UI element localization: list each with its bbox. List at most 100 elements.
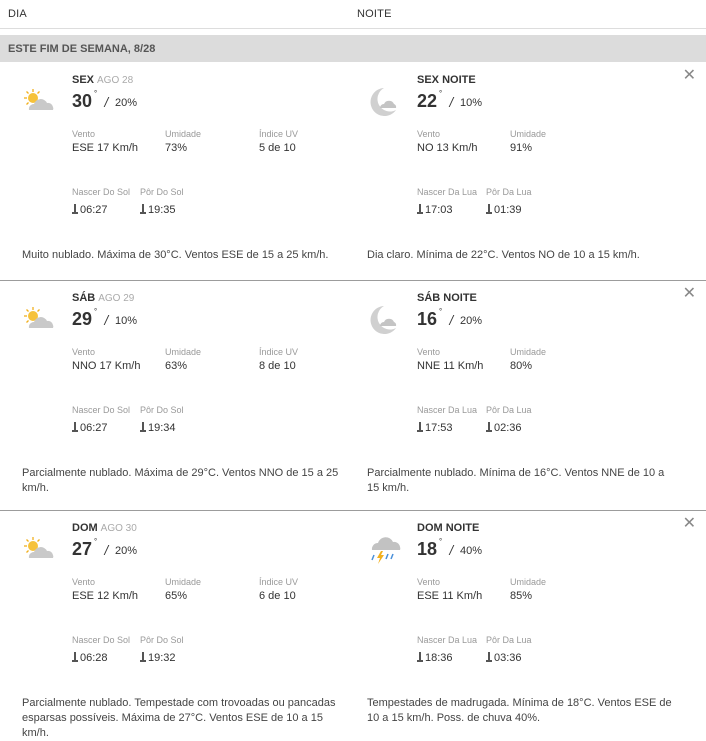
uv-label: Índice UV	[259, 347, 299, 357]
day-description: Parcialmente nublado. Tempestade com tro…	[22, 697, 336, 739]
night-temperature: 16 °	[417, 307, 443, 329]
moonrise-time: 17:53	[417, 422, 453, 434]
day-description: Parcialmente nublado. Máxima de 29°C. Ve…	[22, 467, 339, 494]
wind-label: Vento	[417, 129, 441, 139]
night-humidity: 85%	[510, 590, 533, 602]
sunset-icon	[140, 204, 146, 214]
humidity-label: Umidade	[510, 577, 547, 587]
sunset-icon	[140, 652, 146, 662]
sunrise-label: Nascer Do Sol	[72, 187, 131, 197]
raindrop-icon	[103, 97, 115, 107]
moonset-label: Pôr Da Lua	[486, 187, 532, 197]
moonset-icon	[486, 204, 492, 214]
close-icon[interactable]: ✕	[683, 286, 696, 302]
moonset-icon	[486, 652, 492, 662]
day-uv: 6 de 10	[259, 590, 296, 602]
sunrise-label: Nascer Do Sol	[72, 635, 131, 645]
day-humidity: 65%	[165, 590, 188, 602]
moon-cloud-icon	[368, 86, 402, 123]
moonset-label: Pôr Da Lua	[486, 405, 532, 415]
day-date: AGO 28	[97, 75, 134, 86]
day-date: AGO 29	[98, 293, 135, 304]
day-name: DOM AGO 30	[72, 522, 137, 534]
moonset-icon	[486, 422, 492, 432]
humidity-label: Umidade	[165, 577, 202, 587]
sunrise-icon	[72, 204, 78, 214]
night-description: Tempestades de madrugada. Mínima de 18°C…	[367, 697, 672, 724]
moonrise-label: Nascer Da Lua	[417, 405, 478, 415]
night-humidity: 80%	[510, 360, 533, 372]
sunrise-label: Nascer Do Sol	[72, 405, 131, 415]
day-description: Muito nublado. Máxima de 30°C. Ventos ES…	[22, 249, 329, 261]
sunset-label: Pôr Do Sol	[140, 187, 184, 197]
raindrop-icon	[103, 315, 115, 325]
day-name: SEX AGO 28	[72, 74, 134, 86]
moonrise-time: 18:36	[417, 652, 453, 664]
night-precipitation: 10%	[448, 97, 482, 109]
night-name: SÁB NOITE	[417, 292, 477, 304]
uv-label: Índice UV	[259, 577, 299, 587]
row-divider	[0, 510, 706, 511]
moonrise-label: Nascer Da Lua	[417, 187, 478, 197]
close-icon[interactable]: ✕	[683, 68, 696, 84]
humidity-label: Umidade	[510, 347, 547, 357]
day-temperature: 29 °	[72, 307, 98, 329]
day-date: AGO 30	[100, 523, 137, 534]
weekend-label: ESTE FIM DE SEMANA, 8/28	[8, 43, 156, 55]
humidity-label: Umidade	[510, 129, 547, 139]
forecast-row: DOM AGO 30 27 ° 20% Vento Umidade Índice UV ESE …	[0, 512, 706, 740]
raindrop-icon	[103, 545, 115, 555]
forecast-row: SEX AGO 28 30 ° 20% Vento Umidade Índice UV ESE …	[0, 64, 706, 274]
night-temperature: 18 °	[417, 537, 443, 559]
moonrise-time: 17:03	[417, 204, 453, 216]
night-description: Parcialmente nublado. Mínima de 16°C. Ve…	[367, 467, 665, 494]
day-uv: 8 de 10	[259, 360, 296, 372]
table-header: DIA NOITE	[0, 0, 706, 29]
partly-cloudy-sun-icon	[23, 536, 59, 567]
day-precipitation: 20%	[103, 97, 137, 109]
wind-label: Vento	[72, 577, 96, 587]
day-name: SÁB AGO 29	[72, 292, 135, 304]
humidity-label: Umidade	[165, 129, 202, 139]
day-wind: ESE 12 Km/h	[72, 590, 139, 602]
sunset-time: 19:35	[140, 204, 176, 216]
day-wind: NNO 17 Km/h	[72, 360, 141, 372]
raindrop-icon	[448, 97, 460, 107]
wind-label: Vento	[72, 129, 96, 139]
sunrise-time: 06:27	[72, 204, 108, 216]
night-name: SEX NOITE	[417, 74, 476, 86]
night-precipitation: 40%	[448, 545, 482, 557]
day-uv: 5 de 10	[259, 142, 296, 154]
wind-label: Vento	[417, 577, 441, 587]
thunderstorm-icon	[368, 534, 404, 571]
night-humidity: 91%	[510, 142, 533, 154]
night-wind: ESE 11 Km/h	[417, 590, 483, 602]
partly-cloudy-sun-icon	[23, 306, 59, 337]
sunset-label: Pôr Do Sol	[140, 635, 184, 645]
night-name: DOM NOITE	[417, 522, 480, 534]
moonrise-label: Nascer Da Lua	[417, 635, 478, 645]
sunrise-icon	[72, 652, 78, 662]
moonset-time: 03:36	[486, 652, 522, 664]
night-wind: NNE 11 Km/h	[417, 360, 484, 372]
uv-label: Índice UV	[259, 129, 299, 139]
sunrise-time: 06:27	[72, 422, 108, 434]
partly-cloudy-sun-icon	[23, 88, 59, 119]
moonset-time: 02:36	[486, 422, 522, 434]
forecast-row: SÁB AGO 29 29 ° 10% Vento Umidade Índice UV NNO …	[0, 282, 706, 495]
humidity-label: Umidade	[165, 347, 202, 357]
night-precipitation: 20%	[448, 315, 482, 327]
moonrise-icon	[417, 204, 423, 214]
raindrop-icon	[448, 545, 460, 555]
row-divider	[0, 280, 706, 281]
night-column-header: NOITE	[357, 8, 392, 20]
moonrise-icon	[417, 422, 423, 432]
moon-cloud-icon	[368, 304, 402, 341]
day-precipitation: 20%	[103, 545, 137, 557]
sunset-time: 19:32	[140, 652, 176, 664]
day-humidity: 73%	[165, 142, 188, 154]
day-humidity: 63%	[165, 360, 188, 372]
close-icon[interactable]: ✕	[683, 516, 696, 532]
day-column-header: DIA	[8, 8, 27, 20]
sunset-time: 19:34	[140, 422, 176, 434]
